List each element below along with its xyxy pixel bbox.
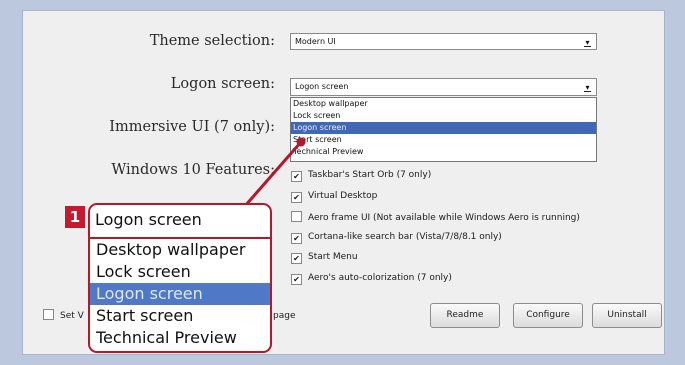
feature-checkbox[interactable]: ✔ xyxy=(291,233,302,244)
feature-aero-frame-ui[interactable]: Aero frame UI (Not available while Windo… xyxy=(291,211,580,223)
feature-label: Aero's auto-colorization (7 only) xyxy=(308,273,452,283)
immersive-ui-label: Immersive UI (7 only): xyxy=(109,119,275,135)
step-badge: 1 xyxy=(65,206,85,228)
dropdown-option-desktop-wallpaper[interactable]: Desktop wallpaper xyxy=(291,98,596,110)
feature-taskbar-start-orb[interactable]: ✔ Taskbar's Start Orb (7 only) xyxy=(291,170,431,182)
feature-checkbox[interactable]: ✔ xyxy=(291,253,302,264)
feature-label: Virtual Desktop xyxy=(308,191,378,201)
feature-checkbox[interactable]: ✔ xyxy=(291,171,302,182)
callout-option-lock-screen: Lock screen xyxy=(96,262,191,281)
callout-option-desktop-wallpaper: Desktop wallpaper xyxy=(96,240,246,259)
callout-option-logon-screen: Logon screen xyxy=(90,283,270,305)
windows-10-features-label: Windows 10 Features: xyxy=(111,162,275,178)
logon-screen-label: Logon screen: xyxy=(170,76,275,92)
feature-aero-auto-colorization[interactable]: ✔ Aero's auto-colorization (7 only) xyxy=(291,273,452,285)
theme-select-value: Modern UI xyxy=(295,37,336,46)
set-option-checkbox-row[interactable]: Set V xyxy=(43,309,84,321)
theme-selection-label: Theme selection: xyxy=(149,33,275,49)
logon-screen-select-value: Logon screen xyxy=(295,82,349,91)
callout-header: Logon screen xyxy=(90,205,270,239)
feature-checkbox[interactable] xyxy=(291,211,302,222)
feature-label: Cortana-like search bar (Vista/7/8/8.1 o… xyxy=(308,232,502,242)
theme-select[interactable]: Modern UI xyxy=(290,33,597,50)
feature-start-menu[interactable]: ✔ Start Menu xyxy=(291,252,358,264)
chevron-down-icon[interactable] xyxy=(583,83,592,92)
feature-checkbox[interactable]: ✔ xyxy=(291,192,302,203)
feature-virtual-desktop[interactable]: ✔ Virtual Desktop xyxy=(291,191,377,203)
logon-screen-select[interactable]: Logon screen xyxy=(290,78,597,96)
readme-button[interactable]: Readme xyxy=(430,303,500,328)
dropdown-option-technical-preview[interactable]: Technical Preview xyxy=(291,146,596,158)
feature-checkbox[interactable]: ✔ xyxy=(291,274,302,285)
feature-label: Start Menu xyxy=(308,252,358,262)
dropdown-option-lock-screen[interactable]: Lock screen xyxy=(291,110,596,122)
uninstall-button[interactable]: Uninstall xyxy=(592,303,662,328)
feature-cortana-search-bar[interactable]: ✔ Cortana-like search bar (Vista/7/8/8.1 … xyxy=(291,232,502,244)
set-option-label-end: page xyxy=(273,311,296,321)
dropdown-option-start-screen[interactable]: Start screen xyxy=(291,134,596,146)
chevron-down-icon[interactable] xyxy=(583,38,592,47)
logon-screen-dropdown: Desktop wallpaper Lock screen Logon scre… xyxy=(290,97,597,162)
zoom-callout: Logon screen Desktop wallpaper Lock scre… xyxy=(88,203,272,353)
feature-label: Aero frame UI (Not available while Windo… xyxy=(308,213,580,223)
set-option-checkbox[interactable] xyxy=(43,309,54,320)
callout-option-start-screen: Start screen xyxy=(96,306,194,325)
set-option-label-start: Set V xyxy=(60,311,84,321)
dropdown-option-logon-screen[interactable]: Logon screen xyxy=(291,122,596,134)
configure-button[interactable]: Configure xyxy=(513,303,583,328)
callout-option-technical-preview: Technical Preview xyxy=(96,328,237,347)
feature-label: Taskbar's Start Orb (7 only) xyxy=(308,170,432,180)
